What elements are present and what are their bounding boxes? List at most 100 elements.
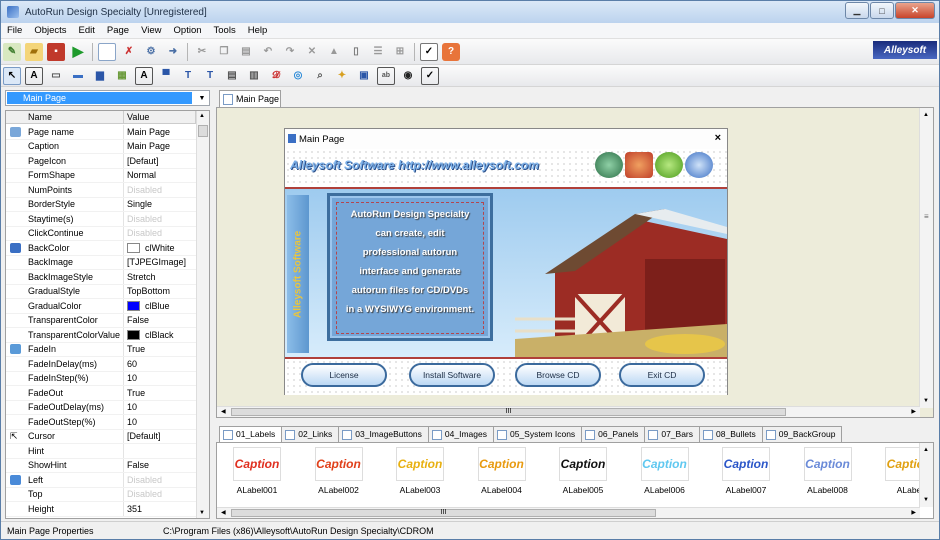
- property-row[interactable]: PageIcon [Defaut]: [6, 154, 196, 169]
- property-value[interactable]: False: [124, 314, 196, 328]
- page-settings-icon[interactable]: ⚙: [142, 43, 160, 61]
- property-row[interactable]: Caption Main Page: [6, 139, 196, 154]
- property-row[interactable]: Left Disabled: [6, 473, 196, 488]
- gallery-item[interactable]: Caption ALabel005: [553, 447, 613, 503]
- property-row[interactable]: Top Disabled: [6, 487, 196, 502]
- property-value[interactable]: False: [124, 459, 196, 473]
- scrollbar-thumb[interactable]: III: [231, 509, 656, 517]
- undo-icon[interactable]: ↶: [259, 43, 277, 61]
- property-value[interactable]: True: [124, 386, 196, 400]
- scroll-left-icon[interactable]: ◀: [221, 509, 226, 516]
- canvas-vertical-scrollbar[interactable]: ▲ ≡ ▼: [919, 108, 933, 408]
- gallery-item[interactable]: Caption ALabel006: [635, 447, 695, 503]
- property-row[interactable]: BackImageStyle Stretch: [6, 270, 196, 285]
- browse-cd-button[interactable]: Browse CD: [515, 363, 601, 387]
- preview-close-icon[interactable]: ×: [715, 132, 721, 144]
- property-row[interactable]: ShowHint False: [6, 458, 196, 473]
- scroll-left-icon[interactable]: ◀: [221, 408, 226, 415]
- name-column-header[interactable]: Name: [6, 111, 124, 124]
- canvas-horizontal-scrollbar[interactable]: ◀ III ▶: [217, 406, 920, 417]
- install-software-button[interactable]: Install Software: [409, 363, 495, 387]
- scroll-up-icon[interactable]: ▲: [199, 113, 205, 119]
- search-tool-icon[interactable]: ⌕: [311, 67, 329, 85]
- banner-tool-icon[interactable]: ▀: [157, 67, 175, 85]
- background-tool-icon[interactable]: ▦: [113, 67, 131, 85]
- tab-library-4[interactable]: 04_Images: [427, 426, 494, 442]
- redo-icon[interactable]: ↷: [281, 43, 299, 61]
- apple-icon[interactable]: [655, 152, 683, 178]
- property-row[interactable]: ClickContinue Disabled: [6, 226, 196, 241]
- exit-cd-button[interactable]: Exit CD: [619, 363, 705, 387]
- list-tool-icon[interactable]: ▤: [223, 67, 241, 85]
- banner-text[interactable]: Alleysoft Software http://www.alleysoft.…: [290, 154, 590, 176]
- property-row[interactable]: FadeInDelay(ms) 60: [6, 357, 196, 372]
- checkbox-toggle-icon[interactable]: ✓: [420, 42, 438, 61]
- paste-icon[interactable]: ▤: [237, 43, 255, 61]
- property-value[interactable]: Stretch: [124, 270, 196, 284]
- menu-view[interactable]: View: [135, 25, 167, 36]
- pointer-icon[interactable]: ↖: [3, 66, 21, 85]
- media-tool-icon[interactable]: ✦: [333, 67, 351, 85]
- scroll-right-icon[interactable]: ▶: [911, 408, 916, 415]
- open-folder-icon[interactable]: ▰: [25, 42, 43, 61]
- alleysoft-logo[interactable]: Alleysoft: [873, 41, 937, 59]
- scroll-right-icon[interactable]: ▶: [911, 509, 916, 516]
- delete-icon[interactable]: ✕: [303, 43, 321, 61]
- checkbox-tool-icon[interactable]: ✓: [421, 66, 439, 85]
- property-row[interactable]: GradualStyle TopBottom: [6, 284, 196, 299]
- property-value[interactable]: Disabled: [124, 488, 196, 502]
- property-row[interactable]: FadeOutDelay(ms) 10: [6, 400, 196, 415]
- copy-icon[interactable]: ❐: [215, 43, 233, 61]
- tab-library-5[interactable]: 05_System Icons: [492, 426, 583, 442]
- property-value[interactable]: Disabled: [124, 473, 196, 487]
- property-row[interactable]: FadeOutStep(%) 10: [6, 415, 196, 430]
- radio-tool-icon[interactable]: ◉: [399, 67, 417, 85]
- panel-tool-icon[interactable]: ▆: [91, 67, 109, 85]
- property-row[interactable]: BackColor clWhite: [6, 241, 196, 256]
- property-row[interactable]: FadeOut True: [6, 386, 196, 401]
- tab-library-7[interactable]: 07_Bars: [644, 426, 701, 442]
- property-row[interactable]: NumPoints Disabled: [6, 183, 196, 198]
- property-value[interactable]: [124, 444, 196, 458]
- preview-window[interactable]: Main Page × Alleysoft Software http://ww…: [284, 128, 728, 395]
- property-value[interactable]: 10: [124, 372, 196, 386]
- maximize-button[interactable]: □: [870, 2, 894, 19]
- property-value[interactable]: 351: [124, 502, 196, 516]
- new-page-icon[interactable]: [98, 42, 116, 61]
- property-row[interactable]: BorderStyle Single: [6, 197, 196, 212]
- property-row[interactable]: FadeIn True: [6, 342, 196, 357]
- property-row[interactable]: BackImage [TJPEGImage]: [6, 255, 196, 270]
- gallery-item[interactable]: Caption ALabel001: [227, 447, 287, 503]
- memo-tool-icon[interactable]: ▥: [245, 67, 263, 85]
- property-row[interactable]: TransparentColorValue clBlack: [6, 328, 196, 343]
- scroll-down-icon[interactable]: ▼: [923, 497, 929, 503]
- scrollbar-grip[interactable]: ≡: [924, 212, 929, 221]
- run-icon[interactable]: ▶: [69, 43, 87, 61]
- tab-library-1[interactable]: 01_Labels: [219, 426, 283, 443]
- property-value[interactable]: True: [124, 343, 196, 357]
- cut-icon[interactable]: ✂: [193, 43, 211, 61]
- minimize-button[interactable]: ▁: [845, 2, 869, 19]
- menu-objects[interactable]: Objects: [28, 25, 72, 36]
- tab-main-page[interactable]: Main Page: [219, 90, 281, 107]
- property-value[interactable]: Main Page: [124, 140, 196, 154]
- property-row[interactable]: TransparentColor False: [6, 313, 196, 328]
- scrollbar-thumb[interactable]: [198, 125, 208, 137]
- menu-tools[interactable]: Tools: [208, 25, 242, 36]
- tab-library-3[interactable]: 03_ImageButtons: [338, 426, 429, 442]
- property-value[interactable]: clWhite: [124, 241, 196, 255]
- property-row[interactable]: Hint: [6, 444, 196, 459]
- property-value[interactable]: 10: [124, 415, 196, 429]
- title-bar[interactable]: AutoRun Design Specialty [Unregistered] …: [1, 1, 939, 23]
- link-tool-icon[interactable]: 𝓓: [267, 67, 285, 85]
- property-value[interactable]: clBlack: [124, 328, 196, 342]
- property-value[interactable]: 10: [124, 401, 196, 415]
- property-row[interactable]: FadeInStep(%) 10: [6, 371, 196, 386]
- property-row[interactable]: Staytime(s) Disabled: [6, 212, 196, 227]
- property-value[interactable]: TopBottom: [124, 285, 196, 299]
- license-button[interactable]: License: [301, 363, 387, 387]
- image-button-tool-icon[interactable]: ▬: [69, 67, 87, 85]
- new-project-icon[interactable]: ✎: [3, 42, 21, 61]
- design-canvas[interactable]: Main Page × Alleysoft Software http://ww…: [216, 107, 934, 418]
- property-row[interactable]: Height 351: [6, 502, 196, 517]
